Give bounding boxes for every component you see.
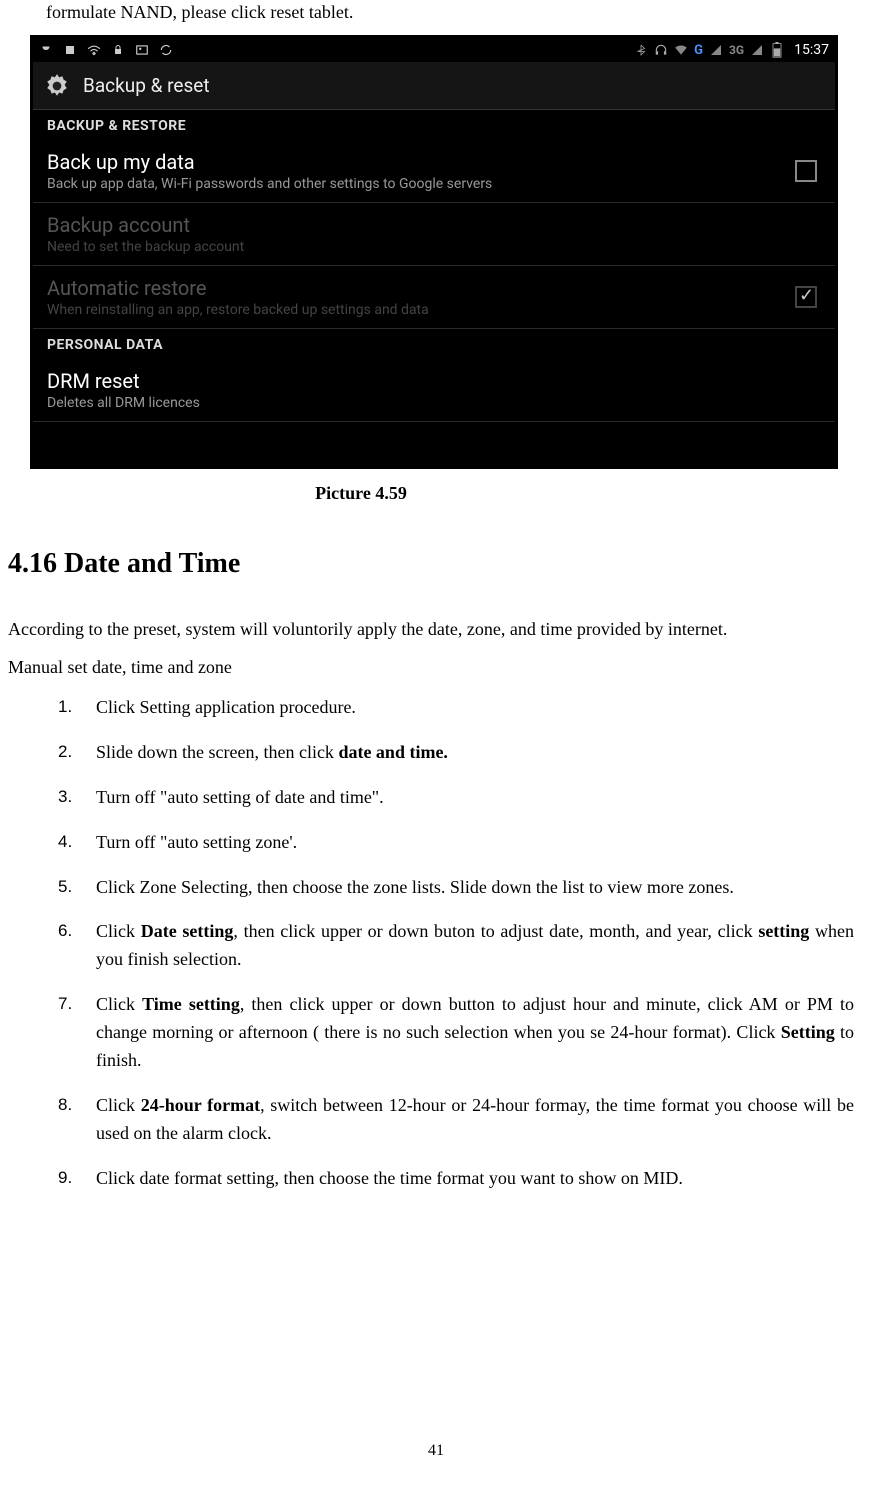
step-text: Turn off "auto setting of date and time"… (96, 787, 384, 807)
paragraph-intro: According to the preset, system will vol… (8, 616, 854, 644)
image-icon (135, 43, 149, 57)
step-8: Click 24-hour format, switch between 12-… (58, 1092, 854, 1148)
psi-icon (39, 43, 53, 57)
step-text: Turn off "auto setting zone'. (96, 832, 297, 852)
notification-icon (63, 43, 77, 57)
step-bold: Setting (781, 1022, 835, 1042)
step-5: Click Zone Selecting, then choose the zo… (58, 874, 854, 902)
signal-g-label: G (694, 43, 703, 58)
intro-fragment: formulate NAND, please click reset table… (8, 0, 854, 25)
step-text: Slide down the screen, then click (96, 742, 338, 762)
row-title: Backup account (47, 213, 785, 237)
step-3: Turn off "auto setting of date and time"… (58, 784, 854, 812)
page-number: 41 (0, 1442, 872, 1460)
section-backup-restore: BACKUP & RESTORE (33, 110, 835, 140)
row-backup-account: Backup account Need to set the backup ac… (33, 203, 835, 266)
signal-3g-label: 3G (729, 43, 744, 57)
row-drm-reset[interactable]: DRM reset Deletes all DRM licences (33, 359, 835, 422)
step-text: Click Zone Selecting, then choose the zo… (96, 877, 734, 897)
step-bold: setting (758, 921, 809, 941)
step-text: Click (96, 994, 142, 1014)
paragraph-manual: Manual set date, time and zone (8, 654, 854, 682)
wifi-icon (674, 43, 688, 57)
bluetooth-icon (634, 43, 648, 57)
step-2: Slide down the screen, then click date a… (58, 739, 854, 767)
battery-icon (770, 43, 784, 57)
section-personal-data: PERSONAL DATA (33, 329, 835, 359)
wifi-small-icon (87, 43, 101, 57)
step-bold: Time setting (142, 994, 240, 1014)
lock-icon (111, 43, 125, 57)
step-7: Click Time setting, then click upper or … (58, 991, 854, 1075)
step-9: Click date format setting, then choose t… (58, 1165, 854, 1193)
step-4: Turn off "auto setting zone'. (58, 829, 854, 857)
signal-bars-2-icon (750, 43, 764, 57)
row-subtitle: Need to set the backup account (47, 239, 785, 255)
android-screenshot: G 3G 15:37 Backup & reset BACKUP & RESTO (30, 35, 838, 469)
step-text: , then click upper or down buton to adju… (233, 921, 758, 941)
row-automatic-restore: Automatic restore When reinstalling an a… (33, 266, 835, 329)
app-header: Backup & reset (33, 62, 835, 110)
step-text: Click (96, 921, 141, 941)
checkbox-checked-disabled (795, 286, 817, 308)
section-heading: 4.16 Date and Time (8, 548, 854, 580)
gear-icon (41, 70, 73, 102)
step-bold: Date setting (141, 921, 234, 941)
step-bold: 24-hour format (141, 1095, 260, 1115)
step-bold: date and time. (338, 742, 448, 762)
row-back-up-my-data[interactable]: Back up my data Back up app data, Wi-Fi … (33, 140, 835, 203)
app-title: Backup & reset (83, 74, 210, 97)
sync-icon (159, 43, 173, 57)
status-clock: 15:37 (794, 42, 829, 58)
step-text: Click (96, 1095, 141, 1115)
step-1: Click Setting application procedure. (58, 694, 854, 722)
figure-caption: Picture 4.59 (0, 483, 854, 504)
steps-list: Click Setting application procedure. Sli… (8, 694, 854, 1193)
signal-bars-1-icon (709, 43, 723, 57)
checkbox-unchecked[interactable] (795, 160, 817, 182)
row-title: DRM reset (47, 369, 785, 393)
row-subtitle: When reinstalling an app, restore backed… (47, 302, 785, 318)
status-bar: G 3G 15:37 (33, 38, 835, 62)
step-6: Click Date setting, then click upper or … (58, 918, 854, 974)
row-subtitle: Back up app data, Wi-Fi passwords and ot… (47, 176, 785, 192)
row-subtitle: Deletes all DRM licences (47, 395, 785, 411)
step-text: Click date format setting, then choose t… (96, 1168, 683, 1188)
row-title: Automatic restore (47, 276, 785, 300)
step-text: Click Setting application procedure. (96, 697, 356, 717)
row-title: Back up my data (47, 150, 785, 174)
headphones-icon (654, 43, 668, 57)
